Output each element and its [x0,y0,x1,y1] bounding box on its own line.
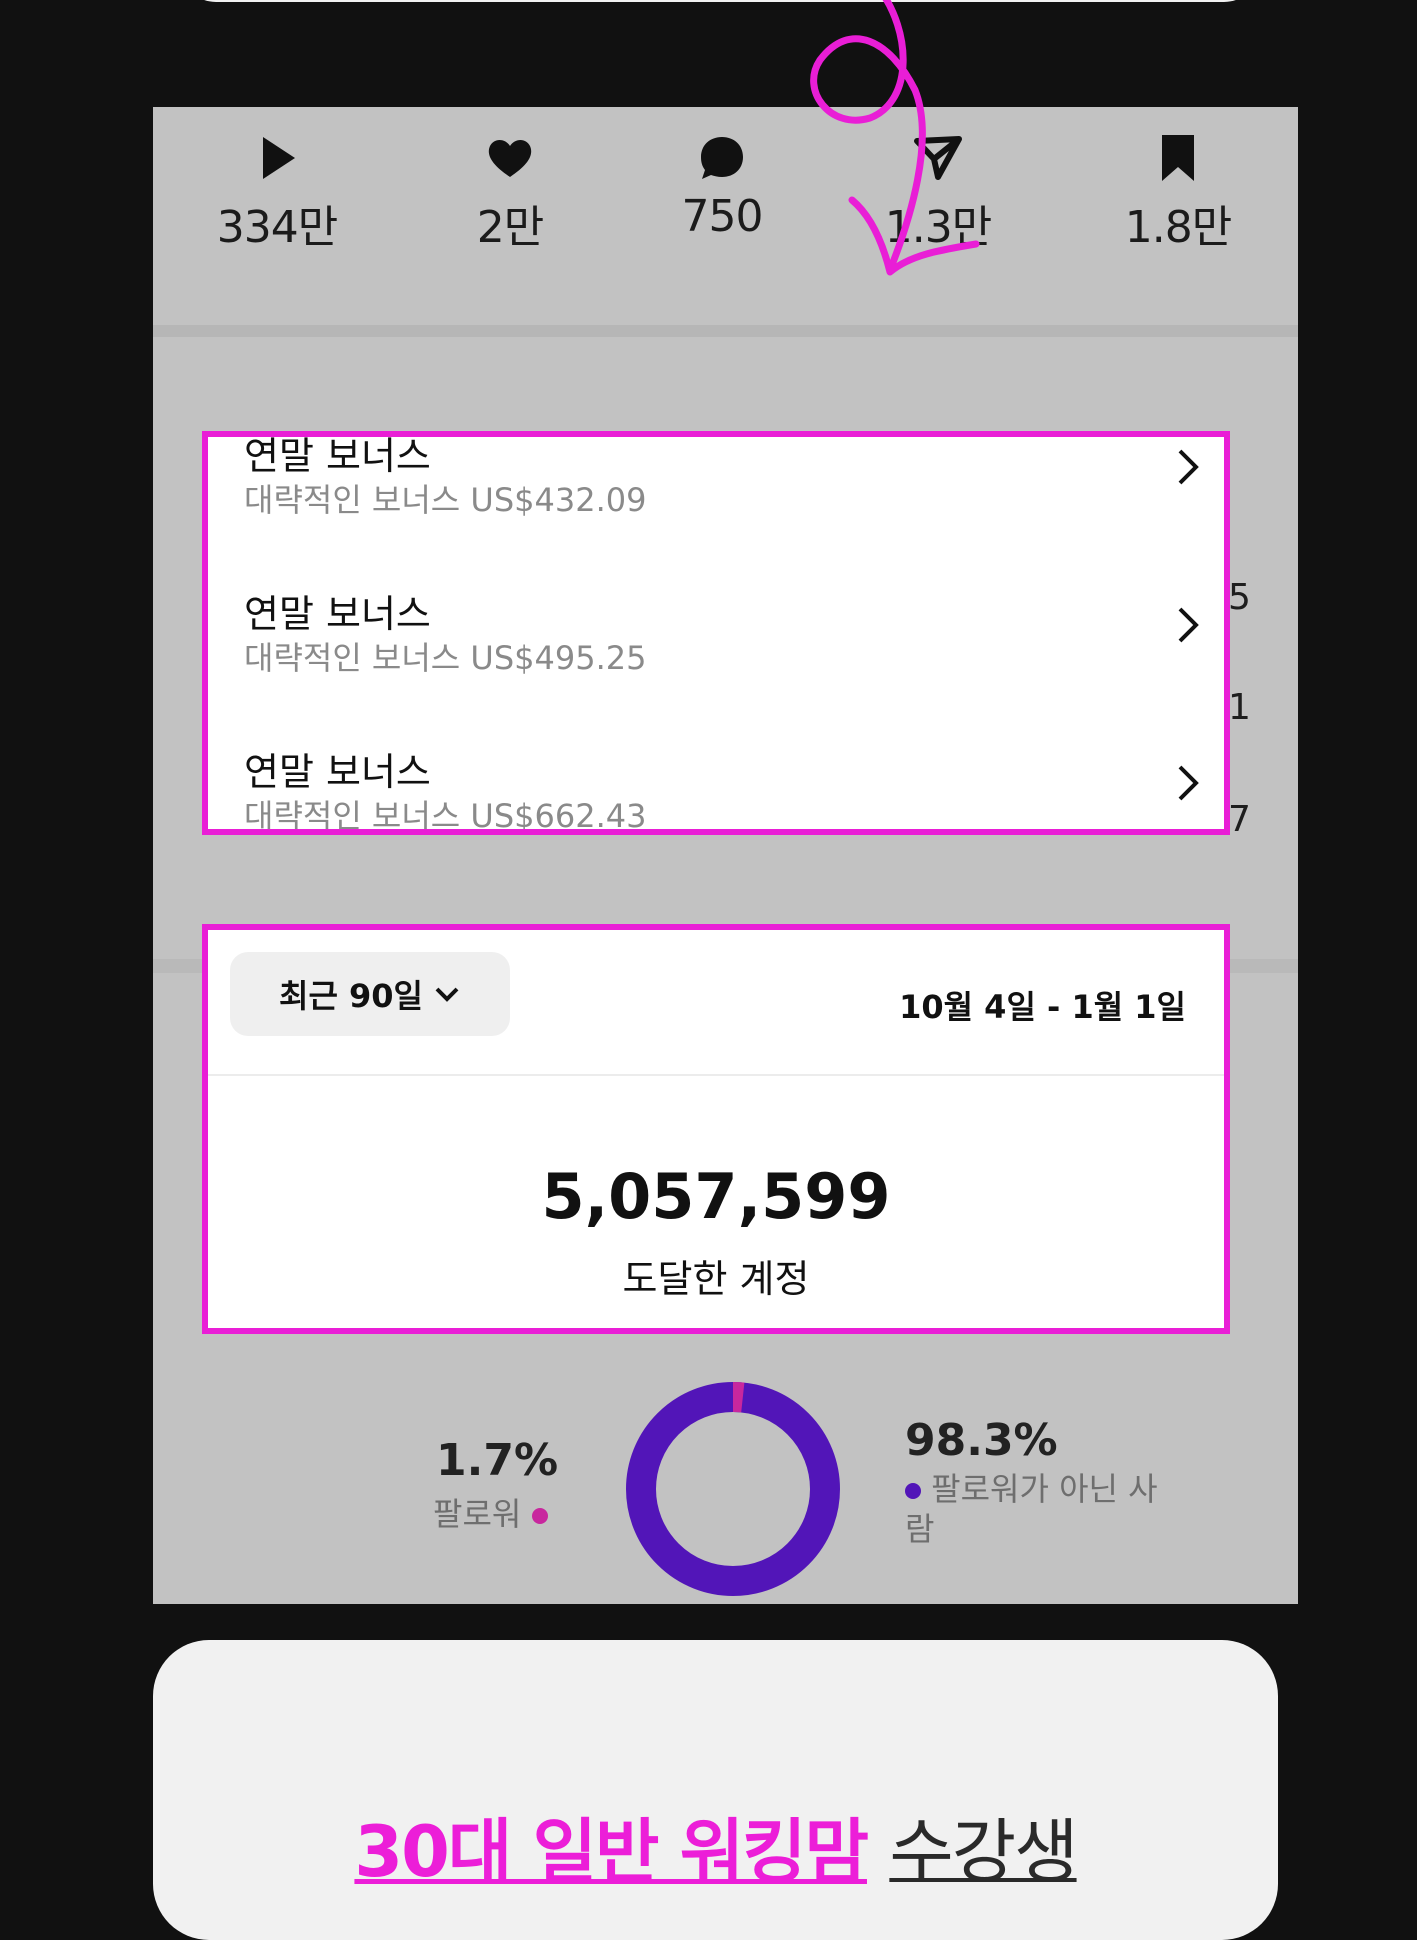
chevron-right-icon [1178,765,1199,801]
bonus-amount: 대략적인 보너스 US$495.25 [244,639,647,677]
headline-highlight: 30대 일반 워킹맘 [354,1811,869,1893]
accounts-reached-label: 도달한 계정 [622,1257,810,1301]
engagement-stats: 334만 2만 750 1.3만 1.8만 [153,107,1298,327]
bonus-title: 연말 보너스 [244,750,431,794]
section-divider [153,325,1298,337]
bonus-amount: 대략적인 보너스 US$662.43 [244,797,647,835]
screenshot-panel: 334만 2만 750 1.3만 1.8만 5 1 7 1.7% 팔로워 98.… [153,107,1298,1604]
bookmark-icon [1162,135,1194,181]
divider [208,1074,1224,1076]
testimonial-card: 30대 일반 워킹맘 수강생 [153,1640,1278,1940]
nonfollowers-dot [905,1483,921,1499]
period-dropdown[interactable]: 최근 90일 [230,952,510,1036]
headline-rest: 수강생 [889,1811,1078,1893]
audience-donut-chart [626,1382,840,1596]
top-card [180,0,1260,2]
bonus-title: 연말 보너스 [244,434,431,478]
stat-likes: 2만 [430,131,590,255]
list-item[interactable]: 연말 보너스 대략적인 보너스 US$432.09 [244,434,1204,555]
stat-value: 2만 [476,202,544,253]
bonus-amount: 대략적인 보너스 US$432.09 [244,481,647,519]
stat-value: 334만 [216,202,338,253]
nonfollowers-label: 팔로워가 아닌 사람 [905,1470,1158,1548]
list-item[interactable]: 연말 보너스 대략적인 보너스 US$495.25 [244,583,1204,713]
accounts-reached-highlight: 최근 90일 10월 4일 - 1월 1일 5,057,599 도달한 계정 [202,924,1230,1334]
list-item[interactable]: 연말 보너스 대략적인 보너스 US$662.43 [244,741,1204,835]
headline: 30대 일반 워킹맘 수강생 [153,1796,1278,1897]
date-range: 10월 4일 - 1월 1일 [899,988,1186,1026]
followers-dot [531,1508,548,1524]
period-label: 최근 90일 [279,977,423,1015]
annotation-arrow [810,0,980,276]
nonfollowers-legend: 팔로워가 아닌 사람 [905,1469,1165,1549]
chevron-right-icon [1178,607,1199,643]
stat-saves: 1.8만 [1098,131,1258,255]
followers-percent: 1.7% [436,1435,559,1486]
background-number: 5 [1228,577,1251,618]
year-end-bonus-highlight: 연말 보너스 대략적인 보너스 US$432.09 연말 보너스 대략적인 보너… [202,431,1230,835]
accounts-reached-value: 5,057,599 [541,1160,891,1233]
background-number: 1 [1228,687,1251,728]
chevron-right-icon [1178,449,1199,485]
stat-plays: 334만 [197,131,357,255]
bonus-title: 연말 보너스 [244,592,431,636]
followers-label: 팔로워 [433,1495,522,1533]
play-icon [263,137,295,179]
nonfollowers-percent: 98.3% [905,1415,1058,1466]
background-number: 7 [1228,799,1251,840]
nonfollowers-segment [626,1382,840,1596]
chevron-down-icon [435,987,459,1002]
followers-legend: 팔로워 [433,1489,548,1535]
stat-value: 1.8만 [1124,202,1232,253]
heart-icon [488,140,532,177]
